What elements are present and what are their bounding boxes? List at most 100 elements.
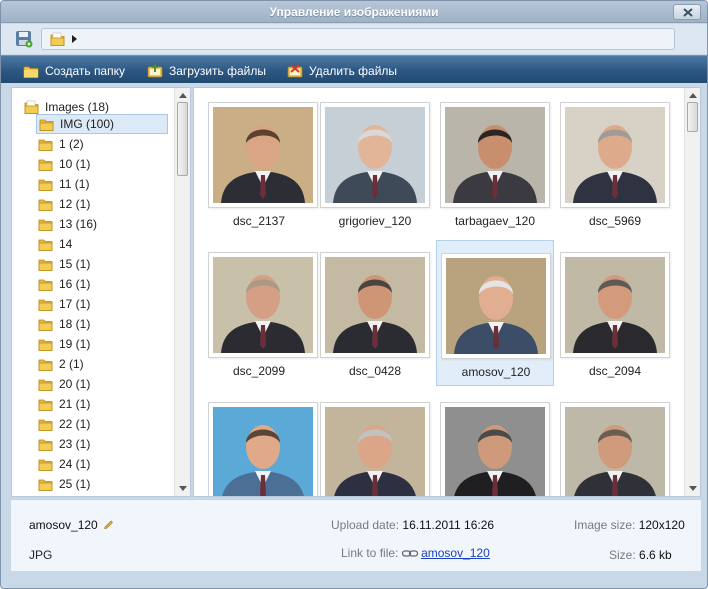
thumbnail-tile[interactable]: dsc_2099 [196, 240, 318, 386]
tree-folder-item[interactable]: 22 (1) [36, 414, 168, 434]
tree-folder-item[interactable]: 15 (1) [36, 254, 168, 274]
upload-date-row: Upload date: 16.11.2011 16:26 [331, 518, 494, 532]
path-field[interactable] [41, 28, 675, 50]
tree-folder-label: 24 (1) [59, 457, 91, 471]
tree-folder-item[interactable]: 13 (16) [36, 214, 168, 234]
tree-scroll-thumb[interactable] [177, 102, 188, 176]
breadcrumb-arrow-icon[interactable] [72, 35, 77, 43]
tree-folder-label: 2 (1) [59, 357, 84, 371]
scroll-down-icon[interactable] [689, 484, 697, 492]
tree-folder-item[interactable]: 19 (1) [36, 334, 168, 354]
tree-folder-label: 19 (1) [59, 337, 91, 351]
thumbnail-image [325, 407, 425, 496]
tree-folder-item[interactable]: 24 (1) [36, 454, 168, 474]
thumbnail-name: dsc_5969 [588, 214, 642, 228]
create-folder-button[interactable]: Создать папку [23, 62, 125, 80]
tree-folder-item[interactable]: 21 (1) [36, 394, 168, 414]
upload-date-label: Upload date: [331, 518, 400, 532]
tree-folder-item[interactable]: 12 (1) [36, 194, 168, 214]
link-chain-icon [401, 550, 418, 557]
folder-tree-list: Images (18) IMG (100) 1 (2) 10 (1) 11 (1) 12… [12, 88, 176, 496]
scroll-down-icon[interactable] [179, 484, 187, 492]
tree-root-label: Images (18) [45, 100, 110, 114]
thumbnail-tile[interactable]: dsc_0428 [316, 240, 434, 386]
tree-folder-label: 25 (1) [59, 477, 91, 491]
upload-files-label: Загрузить файлы [169, 64, 267, 78]
thumbnail-name: grigoriev_120 [338, 214, 412, 228]
file-type: JPG [29, 548, 53, 562]
scroll-up-icon[interactable] [689, 92, 697, 100]
tree-scrollbar[interactable] [174, 88, 190, 496]
image-manager-window: Управление изображениями Создать папку З… [0, 0, 708, 589]
thumbnail-tile[interactable]: dsc_5969 [556, 90, 674, 236]
delete-files-label: Удалить файлы [309, 64, 398, 78]
portrait-photo [565, 257, 665, 353]
thumbnail-tile[interactable] [436, 390, 554, 496]
thumbnail-frame [320, 402, 430, 496]
tree-folder-item[interactable]: 1 (2) [36, 134, 168, 154]
tree-folder-item[interactable]: 14 [36, 234, 168, 254]
tree-folder-item[interactable]: 16 (1) [36, 274, 168, 294]
portrait-photo [446, 258, 546, 354]
folder-icon [38, 419, 53, 431]
thumbnail-tile[interactable]: grigoriev_120 [316, 90, 434, 236]
folder-tree: Images (18) IMG (100) 1 (2) 10 (1) 11 (1) 12… [11, 87, 191, 497]
folder-icon [38, 159, 53, 171]
tree-folder-label: 20 (1) [59, 377, 91, 391]
tree-folder-item[interactable]: 23 (1) [36, 434, 168, 454]
thumbnail-name: dsc_2137 [232, 214, 286, 228]
folder-icon [38, 259, 53, 271]
tree-folder-item[interactable]: 18 (1) [36, 314, 168, 334]
file-link[interactable]: amosov_120 [421, 546, 490, 560]
thumbnail-tile[interactable]: amosov_120 [436, 240, 554, 386]
folder-icon [38, 319, 53, 331]
title-bar[interactable]: Управление изображениями [1, 1, 707, 23]
tree-folder-label: 18 (1) [59, 317, 91, 331]
close-button[interactable] [673, 4, 701, 20]
thumbnail-tile[interactable] [196, 390, 318, 496]
save-disk-icon[interactable] [15, 30, 33, 48]
thumbnail-tile[interactable] [316, 390, 434, 496]
thumbnail-tile[interactable]: dsc_2137 [196, 90, 318, 236]
tree-folder-item[interactable]: IMG (100) [36, 114, 168, 134]
pencil-icon[interactable] [103, 518, 114, 529]
grid-scroll-thumb[interactable] [687, 102, 698, 132]
file-name-row: amosov_120 [29, 518, 114, 532]
thumbnail-frame [560, 402, 670, 496]
thumbnail-name: tarbagaev_120 [454, 214, 536, 228]
window-title: Управление изображениями [269, 5, 439, 19]
delete-files-button[interactable]: Удалить файлы [287, 62, 397, 80]
tree-folder-label: 1 (2) [59, 137, 84, 151]
scroll-up-icon[interactable] [179, 92, 187, 100]
thumbnail-image [565, 107, 665, 203]
folder-icon [38, 379, 53, 391]
thumbnail-tile[interactable]: tarbagaev_120 [436, 90, 554, 236]
image-size-value: 120x120 [638, 518, 685, 532]
thumbnail-frame [208, 252, 318, 358]
tree-folder-item[interactable]: 10 (1) [36, 154, 168, 174]
upload-date-value: 16.11.2011 16:26 [402, 518, 495, 532]
thumbnail-tile[interactable]: dsc_2094 [556, 240, 674, 386]
folder-icon [38, 299, 53, 311]
tree-folder-item[interactable]: 17 (1) [36, 294, 168, 314]
tree-folder-item[interactable]: 11 (1) [36, 174, 168, 194]
tree-folder-item[interactable]: 20 (1) [36, 374, 168, 394]
thumbnail-image [213, 407, 313, 496]
link-label: Link to file: [341, 546, 399, 560]
portrait-photo [325, 257, 425, 353]
close-icon [683, 8, 693, 17]
folder-icon [38, 439, 53, 451]
portrait-photo [445, 107, 545, 203]
create-folder-label: Создать папку [45, 64, 125, 78]
thumbnail-tile[interactable] [556, 390, 674, 496]
tree-folder-label: 10 (1) [59, 157, 91, 171]
thumbnail-name: dsc_0428 [348, 364, 402, 378]
thumbnail-image [446, 258, 546, 354]
tree-folder-item[interactable]: 25 (1) [36, 474, 168, 494]
tree-folder-item[interactable]: 2 (1) [36, 354, 168, 374]
grid-scrollbar[interactable] [684, 88, 700, 496]
tree-folder-label: 22 (1) [59, 417, 91, 431]
thumbnail-name: amosov_120 [461, 365, 531, 379]
upload-files-button[interactable]: Загрузить файлы [147, 62, 266, 80]
folder-open-icon [24, 100, 39, 114]
